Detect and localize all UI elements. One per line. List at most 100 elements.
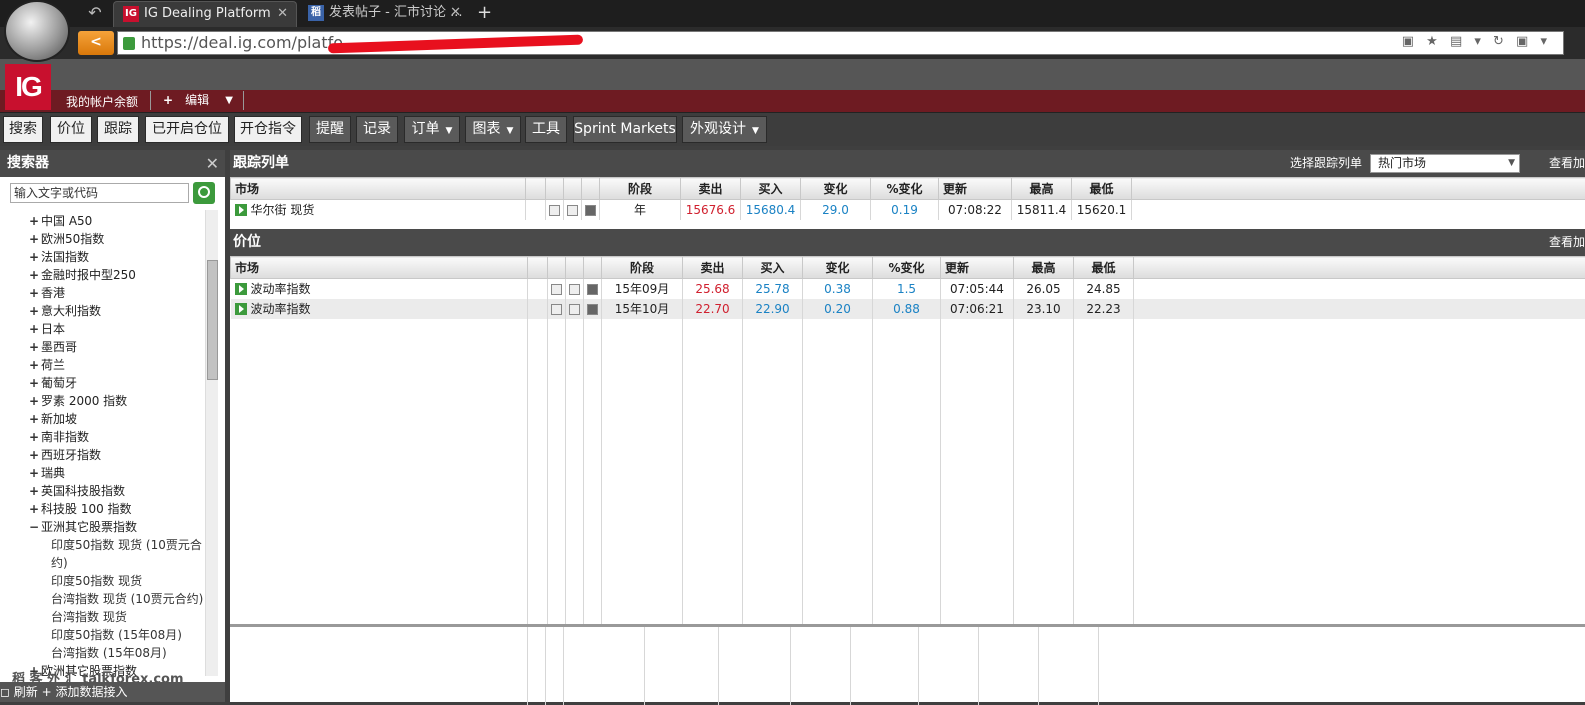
tree-item[interactable]: +英国科技股指数 <box>29 482 125 500</box>
browser-logo-icon[interactable] <box>4 0 70 62</box>
info-icon <box>551 304 562 315</box>
tab-ig-dealing-platform[interactable]: IG IG Dealing Platform ✕ <box>113 1 297 27</box>
ig-favicon-icon: IG <box>123 6 139 22</box>
table-row[interactable]: 华尔街 现货 年 15676.6 15680.4 29.0 0.19 07:08… <box>231 200 1585 220</box>
close-tab-icon[interactable]: ✕ <box>277 2 288 26</box>
tree-item[interactable]: +墨西哥 <box>29 338 77 356</box>
col-pct-change[interactable]: %变化 <box>871 178 939 200</box>
col-change[interactable]: 变化 <box>803 257 873 279</box>
scrollbar[interactable] <box>205 210 218 676</box>
col-sell[interactable]: 卖出 <box>681 178 741 200</box>
tree-subitem[interactable]: 印度50指数 (15年08月) <box>51 626 182 644</box>
col-change[interactable]: 变化 <box>801 178 871 200</box>
tree-item[interactable]: +葡萄牙 <box>29 374 77 392</box>
col-period[interactable]: 阶段 <box>600 178 681 200</box>
address-bar-icons[interactable]: ▣ ★ ▤ ▾ ↻ ▣ ▾ <box>1402 34 1551 49</box>
tree-subitem[interactable]: 台湾指数 (15年08月) <box>51 644 167 662</box>
chart-icon <box>569 284 580 295</box>
col-buy[interactable]: 买入 <box>743 257 803 279</box>
toolbar-search[interactable]: 搜索 <box>3 116 43 143</box>
tree-item[interactable]: +科技股 100 指数 <box>29 500 132 518</box>
update-time: 07:08:22 <box>939 200 1012 220</box>
col-market[interactable]: 市场 <box>231 257 528 279</box>
tree-item[interactable]: +罗素 2000 指数 <box>29 392 127 410</box>
period: 15年09月 <box>602 279 683 299</box>
tree-item[interactable]: +金融时报中型250 <box>29 266 136 284</box>
table-row[interactable]: 波动率指数 15年09月 25.68 25.78 0.38 1.5 07:05:… <box>231 279 1585 299</box>
col-high[interactable]: 最高 <box>1014 257 1074 279</box>
tree-item[interactable]: +法国指数 <box>29 248 89 266</box>
play-icon <box>235 204 247 216</box>
close-tab-icon[interactable]: ✕ <box>450 1 461 25</box>
ig-logo: IG <box>5 64 51 110</box>
tree-item[interactable]: +荷兰 <box>29 356 65 374</box>
toolbar-open-positions[interactable]: 已开启仓位 <box>145 116 229 143</box>
url-field[interactable]: https://deal.ig.com/platfo ▣ ★ ▤ ▾ ↻ ▣ ▾ <box>117 31 1564 55</box>
close-icon[interactable]: ✕ <box>206 150 219 177</box>
tree-subitem[interactable]: 台湾指数 现货 (10贾元合约) <box>51 590 203 608</box>
main-workspace: 跟踪列单 选择跟踪列单 热门市场▼ 查看加 市场 阶段 卖出 买入 变化 %变化… <box>230 150 1585 702</box>
tree-item[interactable]: +新加坡 <box>29 410 77 428</box>
change: 29.0 <box>801 200 871 220</box>
toolbar-history[interactable]: 记录 <box>356 116 398 143</box>
tree-item[interactable]: +香港 <box>29 284 65 302</box>
col-period[interactable]: 阶段 <box>602 257 683 279</box>
view-all-link[interactable]: 查看加 <box>1549 150 1585 177</box>
redaction-mark <box>328 35 583 54</box>
toolbar-orders[interactable]: 订单▼ <box>404 116 460 143</box>
scrollbar-thumb[interactable] <box>207 260 218 380</box>
toolbar-alerts[interactable]: 提醒 <box>309 116 351 143</box>
tree-item[interactable]: +欧洲50指数 <box>29 230 104 248</box>
update-time: 07:05:44 <box>941 279 1014 299</box>
toolbar-appearance[interactable]: 外观设计▼ <box>682 116 767 143</box>
tree-subitem[interactable]: 印度50指数 现货 (10贾元合 <box>51 536 202 554</box>
tree-item[interactable]: +瑞典 <box>29 464 65 482</box>
col-market[interactable]: 市场 <box>231 178 526 200</box>
edit-button[interactable]: +编辑 ▼ <box>150 91 244 110</box>
tree-subitem[interactable]: 印度50指数 现货 <box>51 572 142 590</box>
toolbar-sprint-markets[interactable]: Sprint Markets <box>573 116 677 143</box>
tree-item[interactable]: +中国 A50 <box>29 212 92 230</box>
tree-subitem-wrap[interactable]: 约) <box>51 554 68 572</box>
market-tree: +中国 A50 +欧洲50指数 +法国指数 +金融时报中型250 +香港 +意大… <box>0 210 204 676</box>
period: 15年10月 <box>602 299 683 319</box>
forum-favicon-icon: 稻 <box>308 5 324 21</box>
tree-item[interactable]: +西班牙指数 <box>29 446 101 464</box>
toolbar-watchlist[interactable]: 跟踪 <box>97 116 139 143</box>
col-high[interactable]: 最高 <box>1012 178 1072 200</box>
back-button[interactable]: < <box>78 31 114 55</box>
col-pct-change[interactable]: %变化 <box>873 257 941 279</box>
col-buy[interactable]: 买入 <box>741 178 801 200</box>
col-low[interactable]: 最低 <box>1072 178 1132 200</box>
address-bar-row: < https://deal.ig.com/platfo ▣ ★ ▤ ▾ ↻ ▣… <box>0 27 1585 59</box>
tree-item[interactable]: +意大利指数 <box>29 302 101 320</box>
chevron-down-icon: ▼ <box>1508 155 1515 172</box>
search-icon[interactable] <box>193 182 215 204</box>
col-update[interactable]: 更新 <box>941 257 1014 279</box>
toolbar-charts[interactable]: 图表▼ <box>465 116 521 143</box>
tree-subitem[interactable]: 台湾指数 现货 <box>51 608 127 626</box>
toolbar-prices[interactable]: 价位 <box>50 116 92 143</box>
table-row[interactable]: 波动率指数 15年10月 22.70 22.90 0.20 0.88 07:06… <box>231 299 1585 319</box>
play-icon <box>235 283 247 295</box>
undo-close-tab-icon[interactable]: ↶ <box>82 4 108 24</box>
view-all-link[interactable]: 查看加 <box>1549 229 1585 256</box>
col-update[interactable]: 更新 <box>939 178 1012 200</box>
account-balance-link[interactable]: 我的帐户余额 <box>66 93 138 110</box>
col-sell[interactable]: 卖出 <box>683 257 743 279</box>
watchlist-header: 跟踪列单 选择跟踪列单 热门市场▼ 查看加 <box>230 150 1585 177</box>
new-tab-button[interactable]: + <box>477 2 492 23</box>
tab-forum-post[interactable]: 稻 发表帖子 - 汇市讨论 ... ✕ <box>299 1 469 27</box>
main-toolbar: 搜索 价位 跟踪 已开启仓位 开仓指令 提醒 记录 订单▼ 图表▼ 工具 Spr… <box>0 112 1585 146</box>
watchlist-select[interactable]: 热门市场▼ <box>1370 154 1520 173</box>
col-low[interactable]: 最低 <box>1074 257 1134 279</box>
sell-price: 15676.6 <box>681 200 741 220</box>
buy-price: 22.90 <box>743 299 803 319</box>
search-input[interactable]: 输入文字或代码 <box>10 183 189 203</box>
tree-item[interactable]: +日本 <box>29 320 65 338</box>
tree-item[interactable]: +南非指数 <box>29 428 89 446</box>
prices-table: 市场 阶段 卖出 买入 变化 %变化 更新 最高 最低 波动率指数 15年09月… <box>230 256 1585 628</box>
tree-item-expanded[interactable]: −亚洲其它股票指数 <box>29 518 137 536</box>
toolbar-working-orders[interactable]: 开仓指令 <box>234 116 302 143</box>
toolbar-tools[interactable]: 工具 <box>525 116 567 143</box>
